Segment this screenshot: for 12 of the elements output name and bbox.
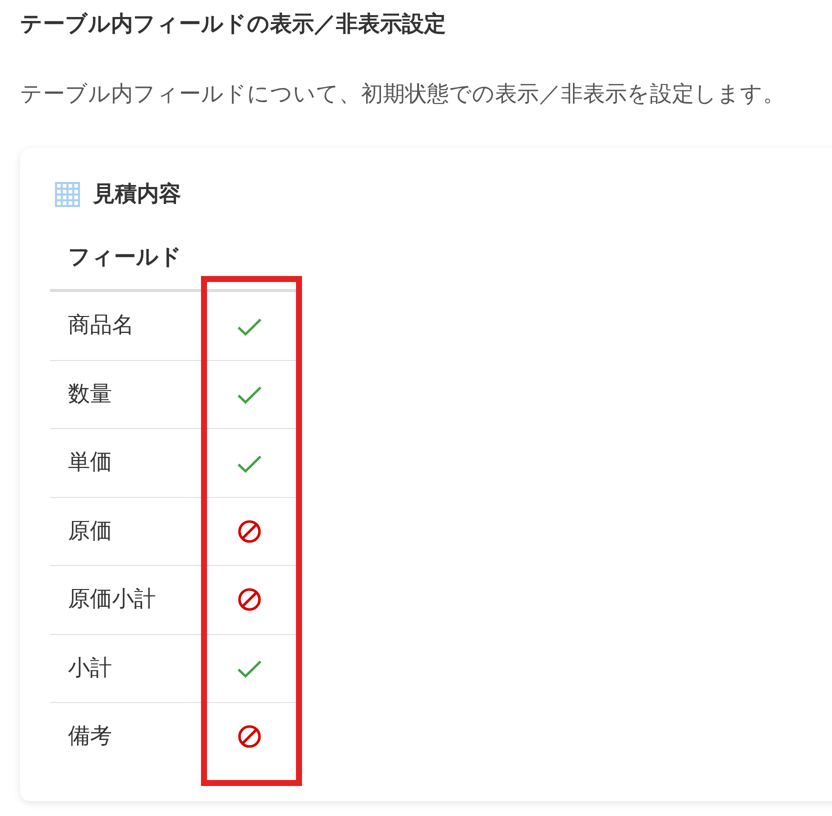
table-icon xyxy=(55,182,80,207)
card-title: 見積内容 xyxy=(93,180,181,209)
field-name: 単価 xyxy=(50,428,203,497)
field-name: 小計 xyxy=(50,634,203,702)
page-description: テーブル内フィールドについて、初期状態での表示／非表示を設定します。 xyxy=(20,81,785,109)
page-heading: テーブル内フィールドの表示／非表示設定 xyxy=(20,10,446,39)
field-name: 備考 xyxy=(50,702,203,770)
field-name: 原価 xyxy=(50,497,203,566)
field-name: 数量 xyxy=(50,360,203,428)
column-header: フィールド xyxy=(50,226,203,290)
field-name: 原価小計 xyxy=(50,566,203,634)
field-name: 商品名 xyxy=(50,290,203,360)
